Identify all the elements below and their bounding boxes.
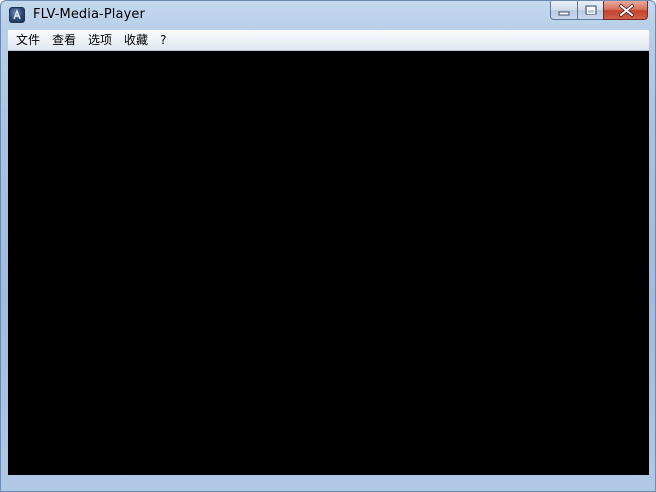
- menu-bar: 文件 查看 选项 收藏 ?: [8, 30, 649, 51]
- app-icon[interactable]: [9, 7, 25, 23]
- maximize-button[interactable]: [577, 1, 603, 20]
- maximize-icon: [585, 5, 597, 15]
- menu-options[interactable]: 选项: [82, 30, 118, 50]
- menu-view[interactable]: 查看: [46, 30, 82, 50]
- minimize-icon: [558, 11, 570, 16]
- close-icon: [618, 3, 635, 18]
- menu-favorites[interactable]: 收藏: [118, 30, 154, 50]
- close-button[interactable]: [603, 1, 648, 20]
- minimize-button[interactable]: [550, 1, 577, 20]
- menu-file[interactable]: 文件: [8, 30, 46, 50]
- title-bar[interactable]: FLV-Media-Player: [1, 1, 655, 31]
- window-bottom-border: [1, 475, 655, 491]
- caption-buttons: [550, 1, 648, 22]
- video-display-area[interactable]: [8, 51, 649, 475]
- menu-help[interactable]: ?: [154, 30, 172, 50]
- app-window: FLV-Media-Player 文件 查看 选项 收藏 ?: [0, 0, 656, 492]
- window-title: FLV-Media-Player: [33, 7, 145, 22]
